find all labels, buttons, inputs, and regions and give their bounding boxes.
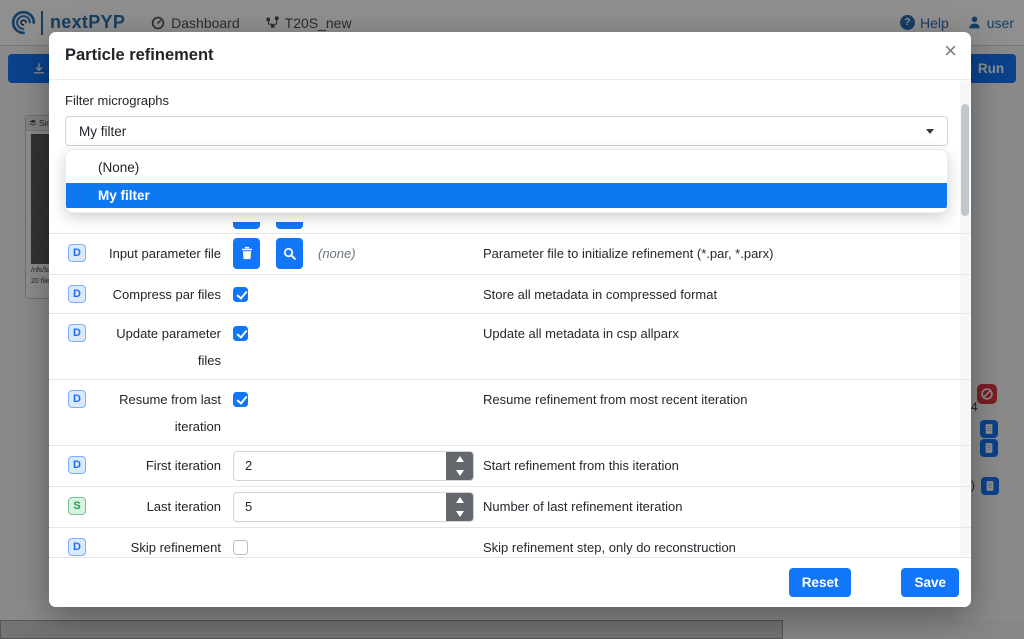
param-description: Number of last refinement iteration [483, 493, 955, 520]
param-description: Start refinement from this iteration [483, 452, 955, 479]
checkbox[interactable] [233, 287, 248, 302]
param-description: Resume refinement from most recent itera… [483, 386, 955, 413]
d-badge: D [68, 538, 86, 556]
stepper-up-icon[interactable] [446, 452, 473, 466]
filter-select-value: My filter [79, 124, 126, 139]
dialog-body: Filter micrographs My filter (None) My f… [49, 80, 971, 557]
parameter-rows: D Input parameter file [49, 233, 971, 557]
first-iteration-field [233, 451, 474, 481]
filter-micrographs-label: Filter micrographs [65, 93, 169, 108]
dropdown-option-none[interactable]: (None) [66, 152, 947, 183]
dialog-title: Particle refinement [65, 46, 214, 65]
save-button[interactable]: Save [901, 568, 959, 597]
param-label: Resume from last iteration [95, 386, 221, 440]
checkbox[interactable] [233, 326, 248, 341]
row-last-iteration: S Last iteration Number of last refineme… [49, 487, 971, 528]
last-iteration-field [233, 492, 474, 522]
stepper-down-icon[interactable] [446, 466, 473, 480]
param-label: Last iteration [95, 493, 221, 520]
occluded-button-fragment [233, 222, 260, 229]
last-iteration-input[interactable] [233, 492, 474, 522]
param-label: First iteration [95, 452, 221, 479]
param-description: Parameter file to initialize refinement … [483, 240, 955, 267]
chevron-down-icon [926, 129, 934, 134]
d-badge: D [68, 285, 86, 303]
row-resume-from-last-iteration: D Resume from last iteration Resume refi… [49, 380, 971, 446]
particle-refinement-dialog: Particle refinement × Filter micrographs… [49, 32, 971, 607]
row-first-iteration: D First iteration Start refinement from … [49, 446, 971, 487]
file-value: (none) [318, 240, 356, 268]
filter-select[interactable]: My filter [65, 116, 948, 146]
row-update-parameter-files: D Update parameter files Update all meta… [49, 314, 971, 380]
d-badge: D [68, 456, 86, 474]
stepper-up-icon[interactable] [446, 493, 473, 507]
row-compress-par-files: D Compress par files Store all metadata … [49, 275, 971, 314]
occluded-button-fragment [276, 222, 303, 229]
dialog-footer: Reset Save [49, 557, 971, 607]
param-label: Compress par files [95, 281, 221, 308]
filter-dropdown-menu: (None) My filter [65, 149, 948, 213]
param-description: Update all metadata in csp allparx [483, 320, 955, 347]
param-description: Skip refinement step, only do reconstruc… [483, 534, 955, 558]
checkbox[interactable] [233, 540, 248, 555]
dropdown-option-my-filter[interactable]: My filter [66, 183, 947, 208]
clear-file-button[interactable] [233, 238, 260, 269]
number-stepper [446, 493, 473, 521]
stepper-down-icon[interactable] [446, 507, 473, 521]
s-badge: S [68, 497, 86, 515]
dialog-header: Particle refinement × [49, 32, 971, 80]
browse-file-button[interactable] [276, 238, 303, 269]
search-icon [283, 247, 296, 260]
trash-icon [241, 246, 253, 260]
d-badge: D [68, 324, 86, 342]
param-label: Input parameter file [95, 240, 221, 267]
number-stepper [446, 452, 473, 480]
param-label: Skip refinement [95, 534, 221, 558]
first-iteration-input[interactable] [233, 451, 474, 481]
d-badge: D [68, 244, 86, 262]
checkbox[interactable] [233, 392, 248, 407]
row-input-parameter-file: D Input parameter file [49, 233, 971, 275]
param-label: Update parameter files [95, 320, 221, 374]
row-skip-refinement: D Skip refinement Skip refinement step, … [49, 528, 971, 557]
reset-button[interactable]: Reset [789, 568, 852, 597]
modal-scrollbar-thumb[interactable] [961, 104, 969, 216]
param-description: Store all metadata in compressed format [483, 281, 955, 308]
close-icon[interactable]: × [944, 40, 957, 62]
d-badge: D [68, 390, 86, 408]
